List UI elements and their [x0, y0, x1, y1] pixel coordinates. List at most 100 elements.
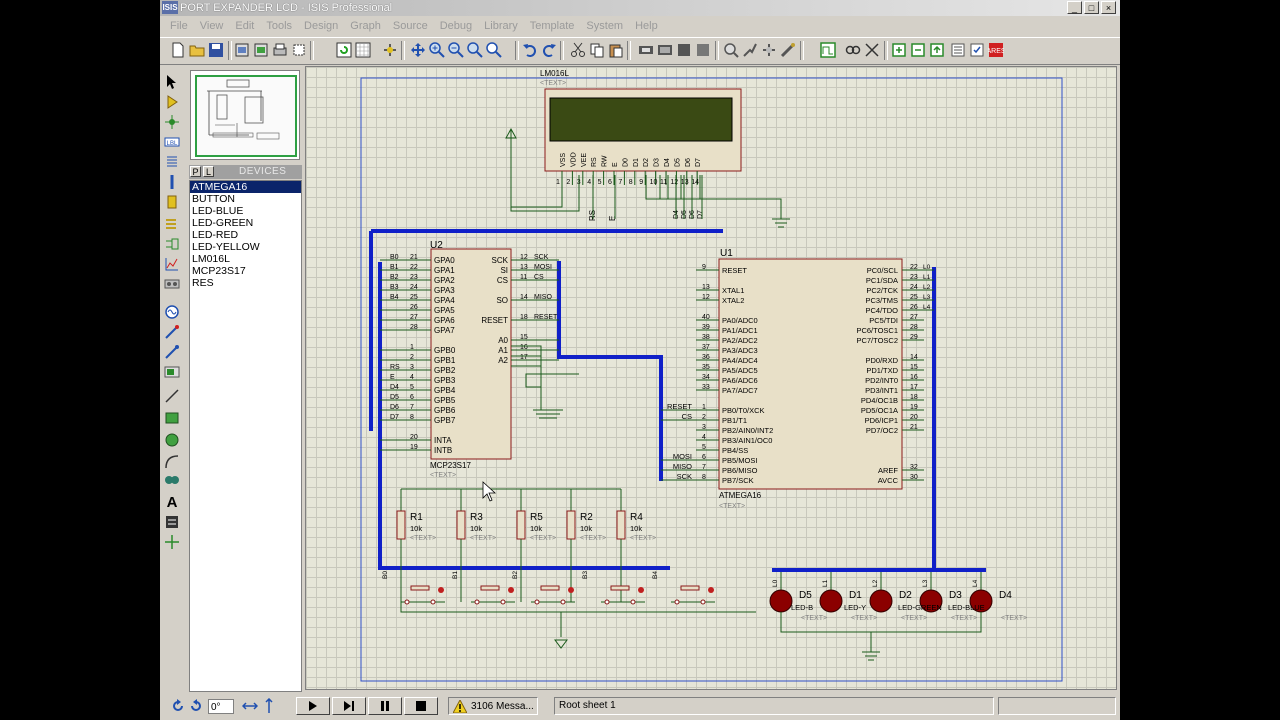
device-item[interactable]: LED-GREEN	[190, 217, 301, 229]
current-probe-icon[interactable]	[164, 344, 180, 360]
device-item[interactable]: RES	[190, 277, 301, 289]
menu-template[interactable]: Template	[524, 20, 581, 32]
push-button[interactable]	[610, 585, 630, 591]
pause-button[interactable]	[368, 697, 402, 715]
zoom-in-icon[interactable]	[429, 42, 445, 58]
resistor[interactable]	[456, 510, 466, 540]
push-button[interactable]	[480, 585, 500, 591]
symbol-tool-icon[interactable]	[164, 514, 180, 530]
graph-mode-icon[interactable]	[164, 256, 180, 272]
led[interactable]	[769, 589, 793, 613]
pick-devices-button[interactable]: P	[190, 166, 201, 177]
library-manager-button[interactable]: L	[203, 166, 214, 177]
print-icon[interactable]	[272, 42, 288, 58]
undo-icon[interactable]	[522, 42, 538, 58]
led[interactable]	[869, 589, 893, 613]
device-item[interactable]: LED-RED	[190, 229, 301, 241]
remove-sheet-icon[interactable]	[910, 42, 926, 58]
overview-viewport[interactable]	[195, 75, 297, 157]
circle-tool-icon[interactable]	[164, 432, 180, 448]
netlist-to-ares-icon[interactable]: ARES	[988, 42, 1004, 58]
block-copy-icon[interactable]	[638, 42, 654, 58]
line-tool-icon[interactable]	[164, 388, 180, 404]
message-box[interactable]: 3106 Messa...	[448, 697, 538, 715]
stop-button[interactable]	[404, 697, 438, 715]
tape-recorder-icon[interactable]	[164, 276, 180, 292]
play-button[interactable]	[296, 697, 330, 715]
exit-parent-icon[interactable]	[929, 42, 945, 58]
selection-mode-icon[interactable]	[164, 74, 180, 90]
led[interactable]	[819, 589, 843, 613]
menu-debug[interactable]: Debug	[434, 20, 478, 32]
mirror-vertical-icon[interactable]	[261, 698, 277, 714]
mirror-horizontal-icon[interactable]	[242, 698, 258, 714]
block-rotate-icon[interactable]	[676, 42, 692, 58]
box-tool-icon[interactable]	[164, 410, 180, 426]
property-assignment-icon[interactable]	[864, 42, 880, 58]
menu-graph[interactable]: Graph	[344, 20, 387, 32]
minimize-button[interactable]: _	[1067, 1, 1082, 14]
marker-tool-icon[interactable]	[164, 534, 180, 550]
resistor[interactable]	[566, 510, 576, 540]
zoom-out-icon[interactable]	[448, 42, 464, 58]
print-area-icon[interactable]	[291, 42, 307, 58]
electrical-rule-check-icon[interactable]	[969, 42, 985, 58]
overview-window[interactable]	[190, 70, 300, 160]
text-tool-icon[interactable]: A	[164, 493, 180, 509]
arc-tool-icon[interactable]	[164, 454, 180, 470]
menu-design[interactable]: Design	[298, 20, 344, 32]
push-button[interactable]	[680, 585, 700, 591]
block-move-icon[interactable]	[657, 42, 673, 58]
subcircuit-icon[interactable]	[164, 194, 180, 210]
redo-icon[interactable]	[541, 42, 557, 58]
pan-icon[interactable]	[410, 42, 426, 58]
push-button[interactable]	[410, 585, 430, 591]
menu-library[interactable]: Library	[478, 20, 524, 32]
menu-source[interactable]: Source	[387, 20, 434, 32]
packaging-tool-icon[interactable]	[761, 42, 777, 58]
generator-mode-icon[interactable]	[164, 304, 180, 320]
junction-dot-icon[interactable]	[164, 114, 180, 130]
terminals-mode-icon[interactable]	[164, 216, 180, 232]
rotation-field[interactable]: 0°	[208, 699, 234, 714]
step-button[interactable]	[332, 697, 366, 715]
make-device-icon[interactable]	[742, 42, 758, 58]
save-icon[interactable]	[208, 42, 224, 58]
menu-system[interactable]: System	[580, 20, 629, 32]
menu-file[interactable]: File	[164, 20, 194, 32]
device-item[interactable]: MCP23S17	[190, 265, 301, 277]
virtual-instruments-icon[interactable]	[164, 364, 180, 380]
resistor[interactable]	[616, 510, 626, 540]
bus-icon[interactable]	[164, 174, 180, 190]
path-tool-icon[interactable]	[164, 472, 180, 488]
schematic-canvas[interactable]: LM016L <TEXT> VSS 1 VDD 2 VEE 3 RS 4 RW 5 E 6 D0 7 D1 8…	[305, 66, 1117, 690]
device-item[interactable]: LED-YELLOW	[190, 241, 301, 253]
export-icon[interactable]	[253, 42, 269, 58]
pick-device-icon[interactable]	[723, 42, 739, 58]
wire-autorouter-icon[interactable]	[820, 42, 836, 58]
device-selector-list[interactable]: ATMEGA16 BUTTON LED-BLUE LED-GREEN LED-R…	[189, 180, 302, 692]
rotate-clockwise-icon[interactable]	[170, 698, 186, 714]
resistor[interactable]	[516, 510, 526, 540]
redraw-icon[interactable]	[336, 42, 352, 58]
device-item[interactable]: LM016L	[190, 253, 301, 265]
paste-icon[interactable]	[608, 42, 624, 58]
rotate-anticlockwise-icon[interactable]	[188, 698, 204, 714]
menu-edit[interactable]: Edit	[229, 20, 260, 32]
open-folder-icon[interactable]	[189, 42, 205, 58]
device-item[interactable]: BUTTON	[190, 193, 301, 205]
origin-icon[interactable]	[382, 42, 398, 58]
bill-of-materials-icon[interactable]	[950, 42, 966, 58]
cut-icon[interactable]	[570, 42, 586, 58]
push-button[interactable]	[540, 585, 560, 591]
new-file-icon[interactable]	[170, 42, 186, 58]
voltage-probe-icon[interactable]	[164, 324, 180, 340]
search-tag-icon[interactable]	[845, 42, 861, 58]
block-delete-icon[interactable]	[695, 42, 711, 58]
maximize-button[interactable]: □	[1084, 1, 1099, 14]
grid-icon[interactable]	[355, 42, 371, 58]
device-item[interactable]: ATMEGA16	[190, 181, 301, 193]
resistor[interactable]	[396, 510, 406, 540]
component-mode-icon[interactable]	[164, 94, 180, 110]
menu-tools[interactable]: Tools	[260, 20, 298, 32]
